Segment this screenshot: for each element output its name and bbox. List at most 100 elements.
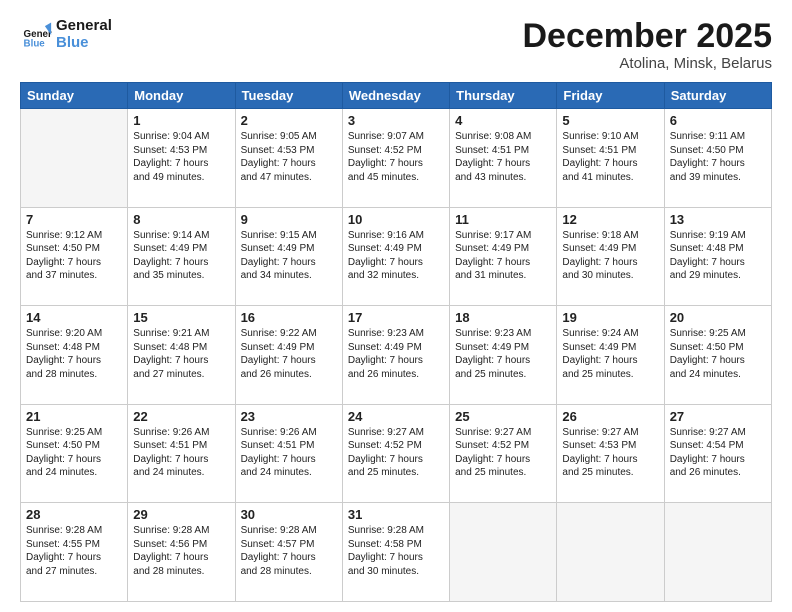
cell-info: Sunrise: 9:24 AM Sunset: 4:49 PM Dayligh… [562, 327, 658, 381]
day-number: 20 [670, 310, 766, 325]
calendar-cell: 2 Sunrise: 9:05 AM Sunset: 4:53 PM Daylig… [235, 109, 342, 208]
calendar-day-header: Friday [557, 83, 664, 109]
day-number: 15 [133, 310, 229, 325]
cell-info: Sunrise: 9:27 AM Sunset: 4:53 PM Dayligh… [562, 426, 658, 480]
calendar-cell: 25 Sunrise: 9:27 AM Sunset: 4:52 PM Dayli… [450, 404, 557, 503]
cell-info: Sunrise: 9:27 AM Sunset: 4:54 PM Dayligh… [670, 426, 766, 480]
calendar-table: SundayMondayTuesdayWednesdayThursdayFrid… [20, 82, 772, 602]
day-number: 25 [455, 409, 551, 424]
calendar-cell: 22 Sunrise: 9:26 AM Sunset: 4:51 PM Dayli… [128, 404, 235, 503]
day-number: 30 [241, 507, 337, 522]
calendar-cell [450, 503, 557, 602]
calendar-cell: 4 Sunrise: 9:08 AM Sunset: 4:51 PM Daylig… [450, 109, 557, 208]
cell-info: Sunrise: 9:25 AM Sunset: 4:50 PM Dayligh… [670, 327, 766, 381]
calendar-day-header: Monday [128, 83, 235, 109]
calendar-cell: 14Sunrise: 9:20 AM Sunset: 4:48 PM Dayli… [21, 306, 128, 405]
calendar-cell: 9 Sunrise: 9:15 AM Sunset: 4:49 PM Daylig… [235, 207, 342, 306]
cell-info: Sunrise: 9:28 AM Sunset: 4:57 PM Dayligh… [241, 524, 337, 578]
calendar-cell [21, 109, 128, 208]
cell-info: Sunrise: 9:22 AM Sunset: 4:49 PM Dayligh… [241, 327, 337, 381]
calendar-cell: 16 Sunrise: 9:22 AM Sunset: 4:49 PM Dayli… [235, 306, 342, 405]
calendar-cell: 29Sunrise: 9:28 AM Sunset: 4:56 PM Dayli… [128, 503, 235, 602]
calendar-cell: 23 Sunrise: 9:26 AM Sunset: 4:51 PM Dayli… [235, 404, 342, 503]
logo: General Blue General Blue [20, 18, 112, 51]
calendar-cell: 26 Sunrise: 9:27 AM Sunset: 4:53 PM Dayli… [557, 404, 664, 503]
calendar-cell: 30 Sunrise: 9:28 AM Sunset: 4:57 PM Dayli… [235, 503, 342, 602]
cell-info: Sunrise: 9:27 AM Sunset: 4:52 PM Dayligh… [455, 426, 551, 480]
calendar-header-row: SundayMondayTuesdayWednesdayThursdayFrid… [21, 83, 772, 109]
header: General Blue General Blue December 2025 … [20, 18, 772, 72]
calendar-cell: 13Sunrise: 9:19 AM Sunset: 4:48 PM Dayli… [664, 207, 771, 306]
day-number: 27 [670, 409, 766, 424]
cell-info: Sunrise: 9:04 AM Sunset: 4:53 PM Dayligh… [133, 130, 229, 184]
day-number: 24 [348, 409, 444, 424]
calendar-day-header: Wednesday [342, 83, 449, 109]
cell-info: Sunrise: 9:07 AM Sunset: 4:52 PM Dayligh… [348, 130, 444, 184]
cell-info: Sunrise: 9:23 AM Sunset: 4:49 PM Dayligh… [348, 327, 444, 381]
day-number: 26 [562, 409, 658, 424]
cell-info: Sunrise: 9:28 AM Sunset: 4:56 PM Dayligh… [133, 524, 229, 578]
cell-info: Sunrise: 9:11 AM Sunset: 4:50 PM Dayligh… [670, 130, 766, 184]
calendar-cell: 17 Sunrise: 9:23 AM Sunset: 4:49 PM Dayli… [342, 306, 449, 405]
cell-info: Sunrise: 9:17 AM Sunset: 4:49 PM Dayligh… [455, 229, 551, 283]
day-number: 3 [348, 113, 444, 128]
cell-info: Sunrise: 9:05 AM Sunset: 4:53 PM Dayligh… [241, 130, 337, 184]
calendar-cell: 6 Sunrise: 9:11 AM Sunset: 4:50 PM Daylig… [664, 109, 771, 208]
calendar-cell [664, 503, 771, 602]
cell-info: Sunrise: 9:27 AM Sunset: 4:52 PM Dayligh… [348, 426, 444, 480]
day-number: 8 [133, 212, 229, 227]
logo-text: General Blue [56, 18, 112, 51]
logo-icon: General Blue [20, 19, 52, 51]
cell-info: Sunrise: 9:23 AM Sunset: 4:49 PM Dayligh… [455, 327, 551, 381]
cell-info: Sunrise: 9:08 AM Sunset: 4:51 PM Dayligh… [455, 130, 551, 184]
cell-info: Sunrise: 9:26 AM Sunset: 4:51 PM Dayligh… [133, 426, 229, 480]
day-number: 19 [562, 310, 658, 325]
day-number: 21 [26, 409, 122, 424]
day-number: 11 [455, 212, 551, 227]
cell-info: Sunrise: 9:19 AM Sunset: 4:48 PM Dayligh… [670, 229, 766, 283]
day-number: 16 [241, 310, 337, 325]
calendar-week-row: 14Sunrise: 9:20 AM Sunset: 4:48 PM Dayli… [21, 306, 772, 405]
day-number: 23 [241, 409, 337, 424]
calendar-cell: 18Sunrise: 9:23 AM Sunset: 4:49 PM Dayli… [450, 306, 557, 405]
svg-text:Blue: Blue [24, 38, 46, 49]
calendar-day-header: Saturday [664, 83, 771, 109]
day-number: 4 [455, 113, 551, 128]
day-number: 2 [241, 113, 337, 128]
title-block: December 2025 Atolina, Minsk, Belarus [522, 18, 772, 72]
calendar-cell: 28Sunrise: 9:28 AM Sunset: 4:55 PM Dayli… [21, 503, 128, 602]
cell-info: Sunrise: 9:15 AM Sunset: 4:49 PM Dayligh… [241, 229, 337, 283]
subtitle: Atolina, Minsk, Belarus [522, 55, 772, 72]
calendar-cell: 27 Sunrise: 9:27 AM Sunset: 4:54 PM Dayli… [664, 404, 771, 503]
calendar-cell: 15 Sunrise: 9:21 AM Sunset: 4:48 PM Dayli… [128, 306, 235, 405]
calendar-cell: 3 Sunrise: 9:07 AM Sunset: 4:52 PM Daylig… [342, 109, 449, 208]
calendar-cell: 7Sunrise: 9:12 AM Sunset: 4:50 PM Daylig… [21, 207, 128, 306]
day-number: 9 [241, 212, 337, 227]
calendar-day-header: Thursday [450, 83, 557, 109]
day-number: 6 [670, 113, 766, 128]
calendar-cell: 10 Sunrise: 9:16 AM Sunset: 4:49 PM Dayli… [342, 207, 449, 306]
calendar-cell: 12Sunrise: 9:18 AM Sunset: 4:49 PM Dayli… [557, 207, 664, 306]
calendar-week-row: 28Sunrise: 9:28 AM Sunset: 4:55 PM Dayli… [21, 503, 772, 602]
calendar-cell: 8Sunrise: 9:14 AM Sunset: 4:49 PM Daylig… [128, 207, 235, 306]
cell-info: Sunrise: 9:10 AM Sunset: 4:51 PM Dayligh… [562, 130, 658, 184]
cell-info: Sunrise: 9:18 AM Sunset: 4:49 PM Dayligh… [562, 229, 658, 283]
logo-line2: Blue [56, 35, 112, 52]
day-number: 31 [348, 507, 444, 522]
cell-info: Sunrise: 9:16 AM Sunset: 4:49 PM Dayligh… [348, 229, 444, 283]
day-number: 5 [562, 113, 658, 128]
calendar-cell: 19 Sunrise: 9:24 AM Sunset: 4:49 PM Dayli… [557, 306, 664, 405]
calendar-cell: 1 Sunrise: 9:04 AM Sunset: 4:53 PM Daylig… [128, 109, 235, 208]
day-number: 22 [133, 409, 229, 424]
day-number: 17 [348, 310, 444, 325]
calendar-week-row: 7Sunrise: 9:12 AM Sunset: 4:50 PM Daylig… [21, 207, 772, 306]
cell-info: Sunrise: 9:28 AM Sunset: 4:58 PM Dayligh… [348, 524, 444, 578]
day-number: 10 [348, 212, 444, 227]
day-number: 1 [133, 113, 229, 128]
calendar-cell: 21Sunrise: 9:25 AM Sunset: 4:50 PM Dayli… [21, 404, 128, 503]
cell-info: Sunrise: 9:26 AM Sunset: 4:51 PM Dayligh… [241, 426, 337, 480]
calendar-day-header: Sunday [21, 83, 128, 109]
calendar-week-row: 1 Sunrise: 9:04 AM Sunset: 4:53 PM Daylig… [21, 109, 772, 208]
cell-info: Sunrise: 9:21 AM Sunset: 4:48 PM Dayligh… [133, 327, 229, 381]
calendar-cell: 20 Sunrise: 9:25 AM Sunset: 4:50 PM Dayli… [664, 306, 771, 405]
